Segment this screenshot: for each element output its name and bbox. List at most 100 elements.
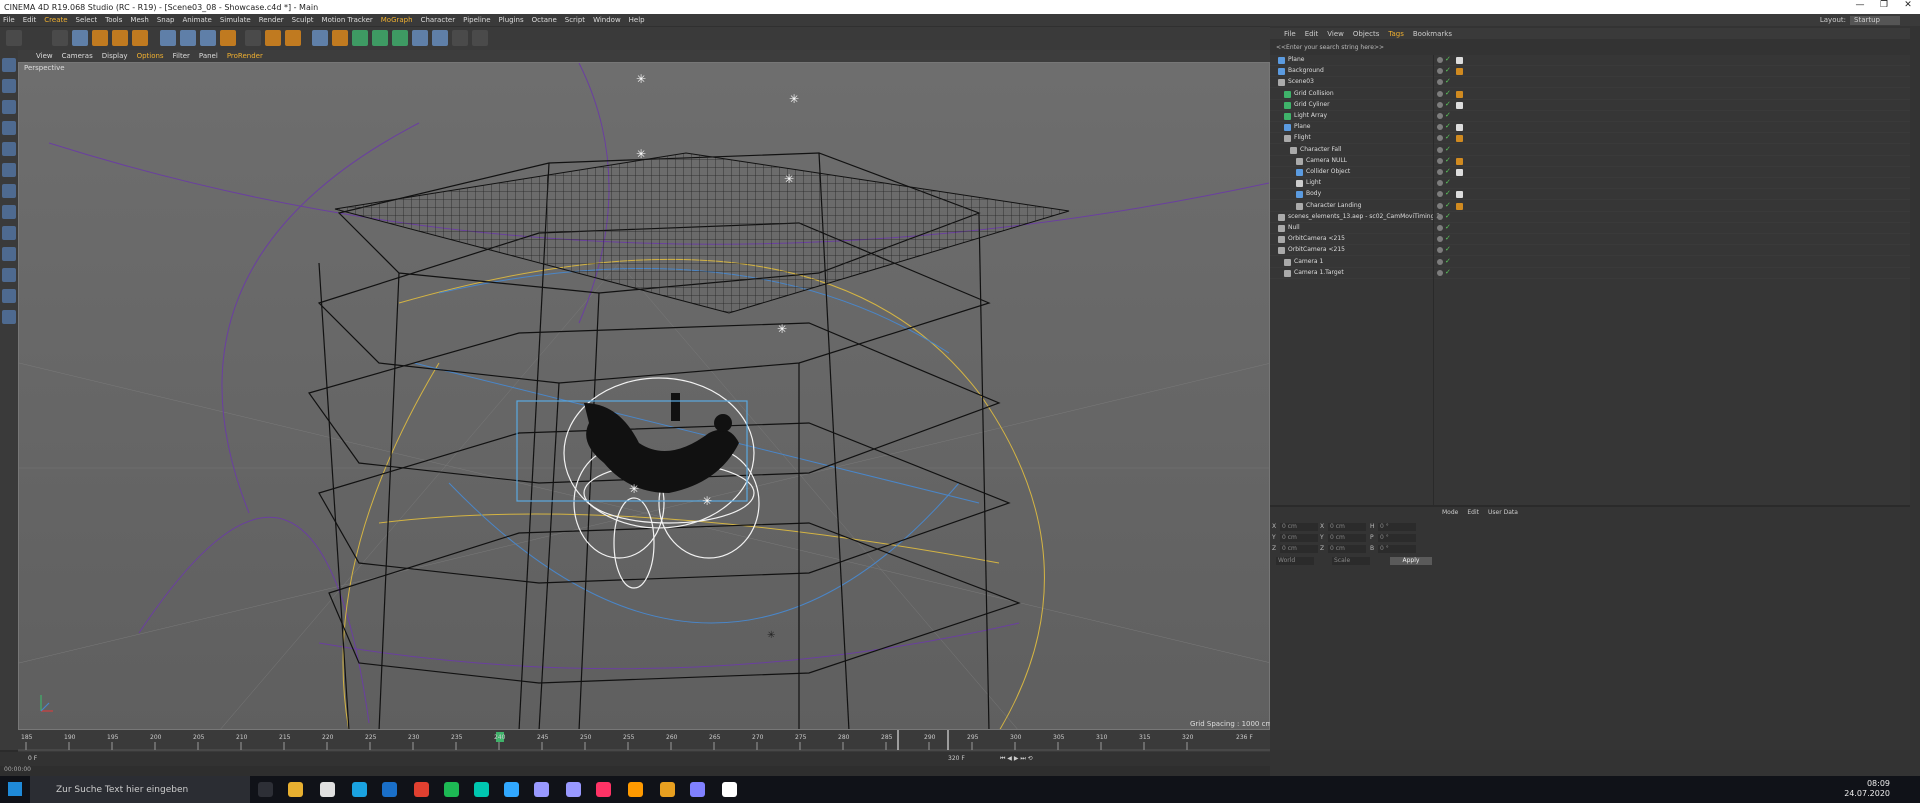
render-view-icon[interactable] [245,30,261,46]
enabled-check-icon[interactable]: ✓ [1445,212,1451,220]
move-icon[interactable] [72,30,88,46]
axis-mode-icon[interactable] [2,184,16,198]
undo-icon[interactable] [6,30,22,46]
coordinate-field[interactable]: 0 cm [1328,545,1366,553]
enabled-check-icon[interactable]: ✓ [1445,111,1451,119]
sculpt-icon[interactable] [2,268,16,282]
object-tag-icon[interactable] [1456,191,1463,199]
bridge-icon[interactable] [660,782,675,797]
rotate-icon[interactable] [112,30,128,46]
viewport-menu-view[interactable]: View [36,52,53,60]
visibility-dot-icon[interactable] [1437,180,1443,187]
outlook-icon[interactable] [382,782,397,797]
snap-icon[interactable] [2,205,16,219]
visibility-dot-icon[interactable] [1437,79,1443,86]
object-row[interactable]: scenes_elements_13.aep - sc02_CamMoviTim… [1270,212,1910,223]
illustrator-icon[interactable] [628,782,643,797]
floor-icon[interactable] [412,30,428,46]
object-row[interactable]: Scene03 ✓ [1270,77,1910,89]
object-row[interactable]: Camera NULL ✓ [1270,156,1910,167]
close-button[interactable]: ✕ [1896,0,1920,10]
object-row[interactable]: Null ✓ [1270,223,1910,234]
z-axis-icon[interactable] [200,30,216,46]
pen-icon[interactable] [332,30,348,46]
media-encoder-icon[interactable] [690,782,705,797]
viewport-menu-prorender[interactable]: ProRender [227,52,263,60]
object-menu-view[interactable]: View [1327,30,1344,38]
menu-item-create[interactable]: Create [44,16,67,24]
object-tag-icon[interactable] [1456,202,1463,210]
menu-item-file[interactable]: File [3,16,15,24]
visibility-dot-icon[interactable] [1437,191,1443,198]
environment-icon[interactable] [432,30,448,46]
object-row[interactable]: Light ✓ [1270,178,1910,190]
workplane-icon[interactable] [2,226,16,240]
menu-item-animate[interactable]: Animate [182,16,211,24]
visibility-dot-icon[interactable] [1437,157,1443,164]
coordinate-field[interactable]: 0 ° [1378,545,1416,553]
object-tag-icon[interactable] [1456,90,1463,98]
render-settings-icon[interactable] [285,30,301,46]
x-axis-icon[interactable] [160,30,176,46]
cinema4d-icon[interactable] [722,782,737,797]
enabled-check-icon[interactable]: ✓ [1445,156,1451,164]
object-tag-icon[interactable] [1456,169,1463,176]
object-tag-icon[interactable] [1456,135,1463,143]
visibility-dot-icon[interactable] [1437,225,1443,231]
visibility-dot-icon[interactable] [1437,247,1443,254]
viewport-menu-filter[interactable]: Filter [173,52,190,60]
live-select-icon[interactable] [52,30,68,46]
render-picture-viewer-icon[interactable] [265,30,281,46]
menu-item-snap[interactable]: Snap [157,16,175,24]
object-tag-icon[interactable] [1456,157,1463,165]
attribute-menu-mode[interactable]: Mode [1442,509,1458,518]
coordinate-system-select[interactable]: World [1276,557,1314,565]
enabled-check-icon[interactable]: ✓ [1445,133,1451,141]
visibility-dot-icon[interactable] [1437,169,1443,175]
visibility-dot-icon[interactable] [1437,202,1443,209]
subdivision-icon[interactable] [352,30,368,46]
coordinate-field[interactable]: 0 cm [1280,534,1318,542]
object-row[interactable]: Background ✓ [1270,66,1910,78]
visibility-dot-icon[interactable] [1437,57,1443,63]
object-row[interactable]: Collider Object ✓ [1270,167,1910,178]
chrome-icon[interactable] [414,782,429,797]
enabled-check-icon[interactable]: ✓ [1445,167,1451,175]
scale-icon[interactable] [92,30,108,46]
grid-icon[interactable] [2,310,16,324]
taskbar-search-input[interactable]: Zur Suche Text hier eingeben [30,776,250,803]
object-tag-icon[interactable] [1456,68,1463,76]
locked-workplane-icon[interactable] [2,247,16,261]
enabled-check-icon[interactable]: ✓ [1445,189,1451,197]
visibility-dot-icon[interactable] [1437,236,1443,243]
viewport-menu-display[interactable]: Display [102,52,128,60]
viewport-3d[interactable]: ✳ ✳ ✳ ✳ ✳ ✳ ✳ ✳ [18,62,1270,730]
model-mode-icon[interactable] [2,58,16,72]
texture-mode-icon[interactable] [2,79,16,93]
object-row[interactable]: Plane ✓ [1270,55,1910,66]
deformer-icon[interactable] [392,30,408,46]
enabled-check-icon[interactable]: ✓ [1445,122,1451,130]
enabled-check-icon[interactable]: ✓ [1445,66,1451,74]
timeline[interactable]: 185 190 195 200 205 210 215 220 225 230 235 240 245 2… [18,730,1270,752]
menu-item-simulate[interactable]: Simulate [220,16,251,24]
spotify-icon[interactable] [444,782,459,797]
visibility-dot-icon[interactable] [1437,269,1443,276]
enabled-check-icon[interactable]: ✓ [1445,55,1451,63]
object-menu-file[interactable]: File [1284,30,1296,38]
object-menu-objects[interactable]: Objects [1353,30,1379,38]
polygons-mode-icon[interactable] [2,142,16,156]
visibility-dot-icon[interactable] [1437,113,1443,119]
object-row[interactable]: OrbitCamera <215 ✓ [1270,234,1910,246]
object-row[interactable]: Grid Cyliner ✓ [1270,100,1910,111]
coordinate-field[interactable]: 0 cm [1328,523,1366,531]
menu-item-edit[interactable]: Edit [23,16,37,24]
object-row[interactable]: Camera 1 ✓ [1270,257,1910,268]
enabled-check-icon[interactable]: ✓ [1445,178,1451,186]
points-mode-icon[interactable] [2,100,16,114]
coordinate-field[interactable]: 0 ° [1378,523,1416,531]
premiere-icon[interactable] [566,782,581,797]
object-search-input[interactable]: <<Enter your search string here>> [1276,44,1436,53]
visibility-dot-icon[interactable] [1437,213,1443,220]
menu-item-pipeline[interactable]: Pipeline [463,16,490,24]
